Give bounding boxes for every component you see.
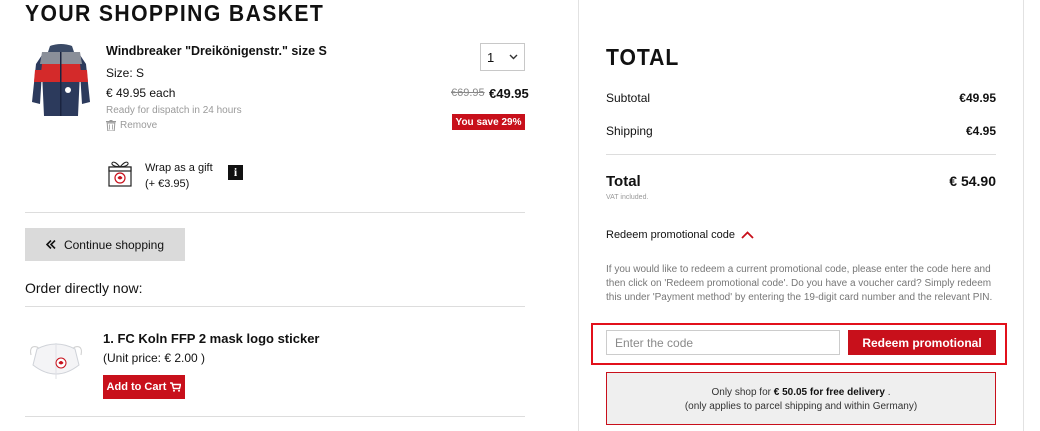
vat-note: VAT included. bbox=[606, 194, 649, 201]
suggestion-product-name[interactable]: 1. FC Koln FFP 2 mask logo sticker bbox=[103, 331, 320, 346]
subtotal-value: €49.95 bbox=[959, 91, 996, 105]
free-delivery-line: Only shop for € 50.05 for free delivery … bbox=[607, 386, 995, 400]
remove-label: Remove bbox=[120, 120, 158, 131]
info-icon[interactable]: i bbox=[228, 165, 243, 180]
order-directly-heading: Order directly now: bbox=[25, 280, 143, 296]
basket-item-size: Size: S bbox=[106, 66, 145, 80]
add-to-cart-label: Add to Cart bbox=[106, 381, 167, 393]
quantity-select[interactable]: 1 bbox=[480, 43, 525, 71]
original-price: €69.95 bbox=[451, 87, 485, 99]
sale-price: €49.95 bbox=[489, 86, 529, 101]
gift-wrap-price: (+ €3.95) bbox=[145, 178, 190, 190]
suggestion-unit-price: (Unit price: € 2.00 ) bbox=[103, 351, 206, 365]
redeem-promo-label: Redeem promotional code bbox=[606, 229, 736, 241]
shipping-value: €4.95 bbox=[965, 124, 996, 138]
summary-title: TOTAL bbox=[606, 44, 680, 70]
double-chevron-left-icon bbox=[45, 240, 56, 249]
total-value: € 54.90 bbox=[949, 173, 996, 189]
page-title: YOUR SHOPPING BASKET bbox=[25, 0, 325, 26]
continue-shopping-button[interactable]: Continue shopping bbox=[25, 228, 185, 261]
free-delivery-note: (only applies to parcel shipping and wit… bbox=[684, 401, 918, 412]
subtotal-label: Subtotal bbox=[606, 91, 651, 105]
gift-wrap-label: Wrap as a gift bbox=[145, 162, 213, 174]
trash-icon bbox=[106, 120, 116, 131]
shipping-label: Shipping bbox=[606, 124, 653, 138]
add-to-cart-button[interactable]: Add to Cart bbox=[103, 375, 185, 399]
remove-item-button[interactable]: Remove bbox=[106, 120, 157, 131]
free-delivery-amount: € 50.05 for free delivery bbox=[773, 387, 885, 398]
savings-badge: You save 29% bbox=[452, 114, 525, 130]
redeem-promo-button[interactable]: Redeem promotional bbox=[848, 330, 996, 355]
free-delivery-suffix: . bbox=[884, 387, 891, 398]
chevron-down-icon bbox=[509, 54, 518, 60]
chevron-up-icon bbox=[741, 231, 754, 239]
gift-wrap-option[interactable]: Wrap as a gift (+ €3.95) bbox=[145, 160, 213, 192]
basket-item-unit-price: € 49.95 each bbox=[106, 86, 176, 100]
continue-shopping-label: Continue shopping bbox=[63, 237, 165, 252]
dispatch-note: Ready for dispatch in 24 hours bbox=[106, 105, 242, 116]
shopping-cart-icon bbox=[170, 382, 182, 392]
divider bbox=[25, 212, 525, 213]
quantity-value: 1 bbox=[487, 49, 495, 65]
divider bbox=[25, 306, 525, 307]
divider bbox=[25, 416, 525, 417]
promo-help-text: If you would like to redeem a current pr… bbox=[606, 264, 993, 303]
free-delivery-prefix: Only shop for bbox=[711, 387, 774, 398]
total-label: Total bbox=[606, 173, 641, 190]
windbreaker-product-image[interactable] bbox=[30, 42, 92, 118]
mask-sticker-product-image[interactable] bbox=[27, 335, 85, 383]
basket-item-name[interactable]: Windbreaker "Dreikönigenstr." size S bbox=[106, 44, 327, 58]
redeem-promo-toggle[interactable]: Redeem promotional code bbox=[606, 229, 754, 241]
divider bbox=[606, 154, 996, 155]
free-delivery-notice: Only shop for € 50.05 for free delivery … bbox=[606, 372, 996, 425]
promo-code-input[interactable] bbox=[606, 330, 840, 355]
gift-box-icon[interactable] bbox=[108, 159, 132, 187]
